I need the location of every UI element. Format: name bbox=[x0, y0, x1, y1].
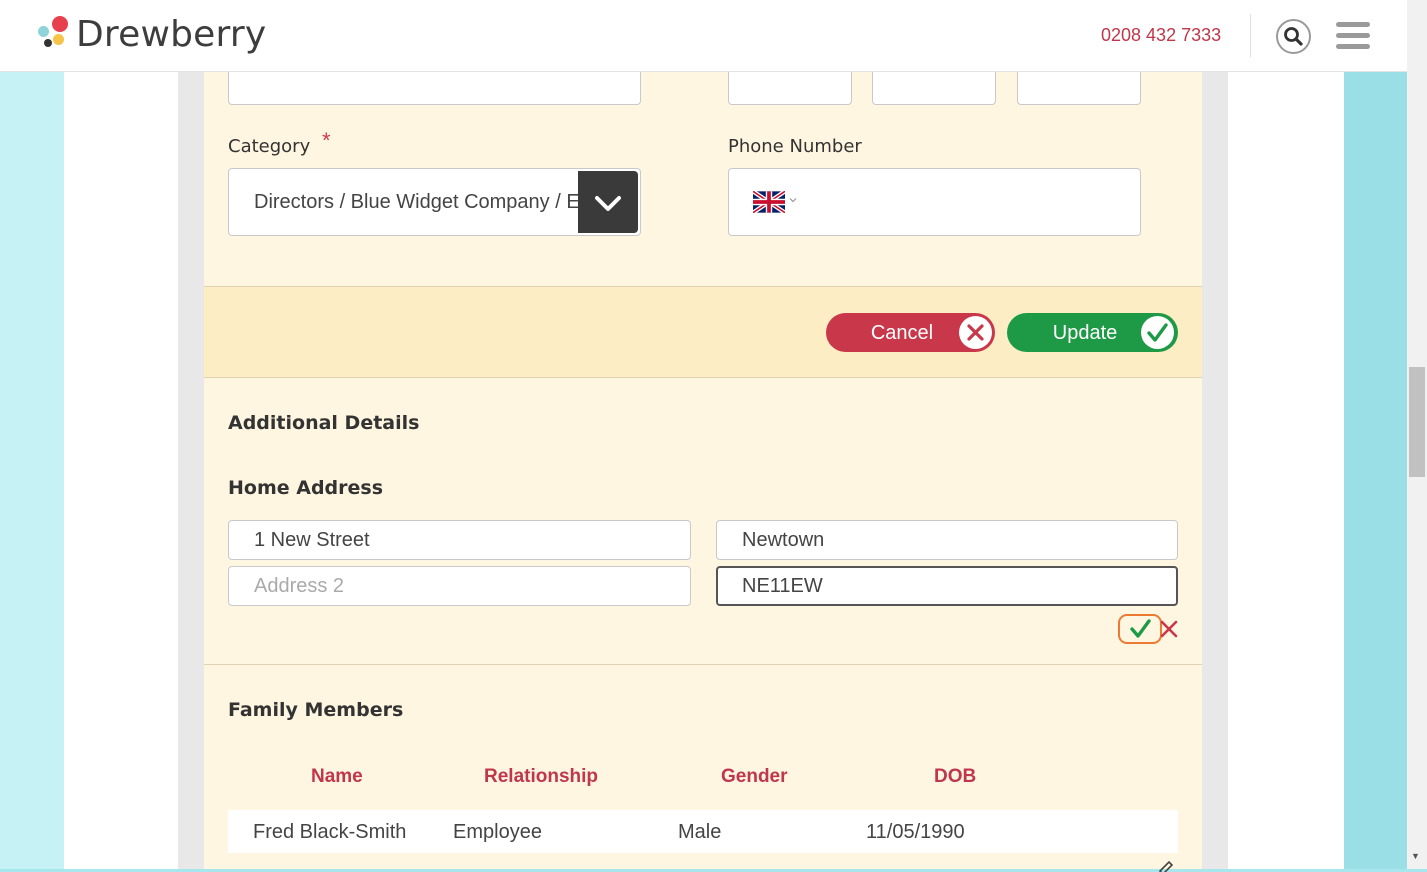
search-icon bbox=[1284, 27, 1303, 46]
save-address-button[interactable] bbox=[1118, 614, 1162, 644]
edit-pencil-icon[interactable] bbox=[1156, 860, 1174, 872]
update-button[interactable]: Update bbox=[1007, 313, 1178, 352]
postcode-value: NE11EW bbox=[742, 575, 823, 597]
close-circle-icon bbox=[959, 316, 992, 349]
column-header-relationship: Relationship bbox=[484, 766, 599, 787]
chevron-down-icon[interactable] bbox=[789, 196, 797, 204]
town-input[interactable]: Newtown bbox=[716, 520, 1178, 560]
section-divider bbox=[204, 377, 1202, 378]
page-background-right bbox=[1344, 0, 1407, 869]
address-line1-input[interactable]: 1 New Street bbox=[228, 520, 691, 560]
check-circle-icon bbox=[1141, 316, 1174, 349]
address-line2-placeholder: Address 2 bbox=[254, 575, 345, 597]
section-divider bbox=[204, 664, 1202, 665]
chevron-down-icon bbox=[595, 196, 621, 211]
category-dropdown-toggle[interactable] bbox=[578, 171, 638, 233]
phone-number-label: Phone Number bbox=[728, 136, 862, 157]
checkmark-icon bbox=[1130, 619, 1151, 638]
required-marker: * bbox=[322, 128, 331, 153]
cancel-button-label: Cancel bbox=[870, 322, 934, 344]
phone-number-link[interactable]: 0208 432 7333 bbox=[1101, 25, 1221, 46]
family-member-name: Fred Black-Smith bbox=[253, 821, 407, 843]
update-button-label: Update bbox=[1052, 322, 1118, 344]
family-members-heading: Family Members bbox=[228, 699, 404, 721]
town-value: Newtown bbox=[742, 529, 825, 551]
form-panel bbox=[204, 0, 1202, 869]
postcode-input[interactable]: NE11EW bbox=[716, 566, 1178, 606]
site-header: Drewberry 0208 432 7333 bbox=[0, 0, 1407, 72]
cancel-button[interactable]: Cancel bbox=[826, 313, 995, 352]
drewberry-logo[interactable] bbox=[38, 16, 70, 50]
home-address-heading: Home Address bbox=[228, 477, 384, 499]
address-line2-input[interactable]: Address 2 bbox=[228, 566, 691, 606]
hamburger-menu-icon[interactable] bbox=[1336, 22, 1370, 50]
header-divider bbox=[1250, 14, 1251, 57]
search-button[interactable] bbox=[1276, 19, 1311, 54]
family-member-gender: Male bbox=[678, 821, 722, 843]
family-member-dob: 11/05/1990 bbox=[866, 821, 965, 843]
column-header-name: Name bbox=[311, 766, 363, 787]
table-row[interactable]: Fred Black-Smith Employee Male 11/05/199… bbox=[228, 810, 1178, 853]
scrollbar-thumb[interactable] bbox=[1409, 367, 1425, 477]
category-select-value: Directors / Blue Widget Company / E bbox=[254, 191, 580, 213]
column-header-gender: Gender bbox=[721, 766, 788, 787]
family-member-relationship: Employee bbox=[453, 821, 542, 843]
page-background-left bbox=[0, 0, 64, 869]
scroll-down-icon[interactable]: ▼ bbox=[1411, 851, 1420, 861]
category-label: Category bbox=[228, 136, 311, 157]
brand-name[interactable]: Drewberry bbox=[76, 14, 266, 55]
discard-address-icon[interactable] bbox=[1160, 620, 1178, 638]
uk-flag-icon[interactable] bbox=[753, 191, 785, 213]
additional-details-heading: Additional Details bbox=[228, 412, 420, 434]
column-header-dob: DOB bbox=[934, 766, 977, 787]
address-line1-value: 1 New Street bbox=[254, 529, 370, 551]
